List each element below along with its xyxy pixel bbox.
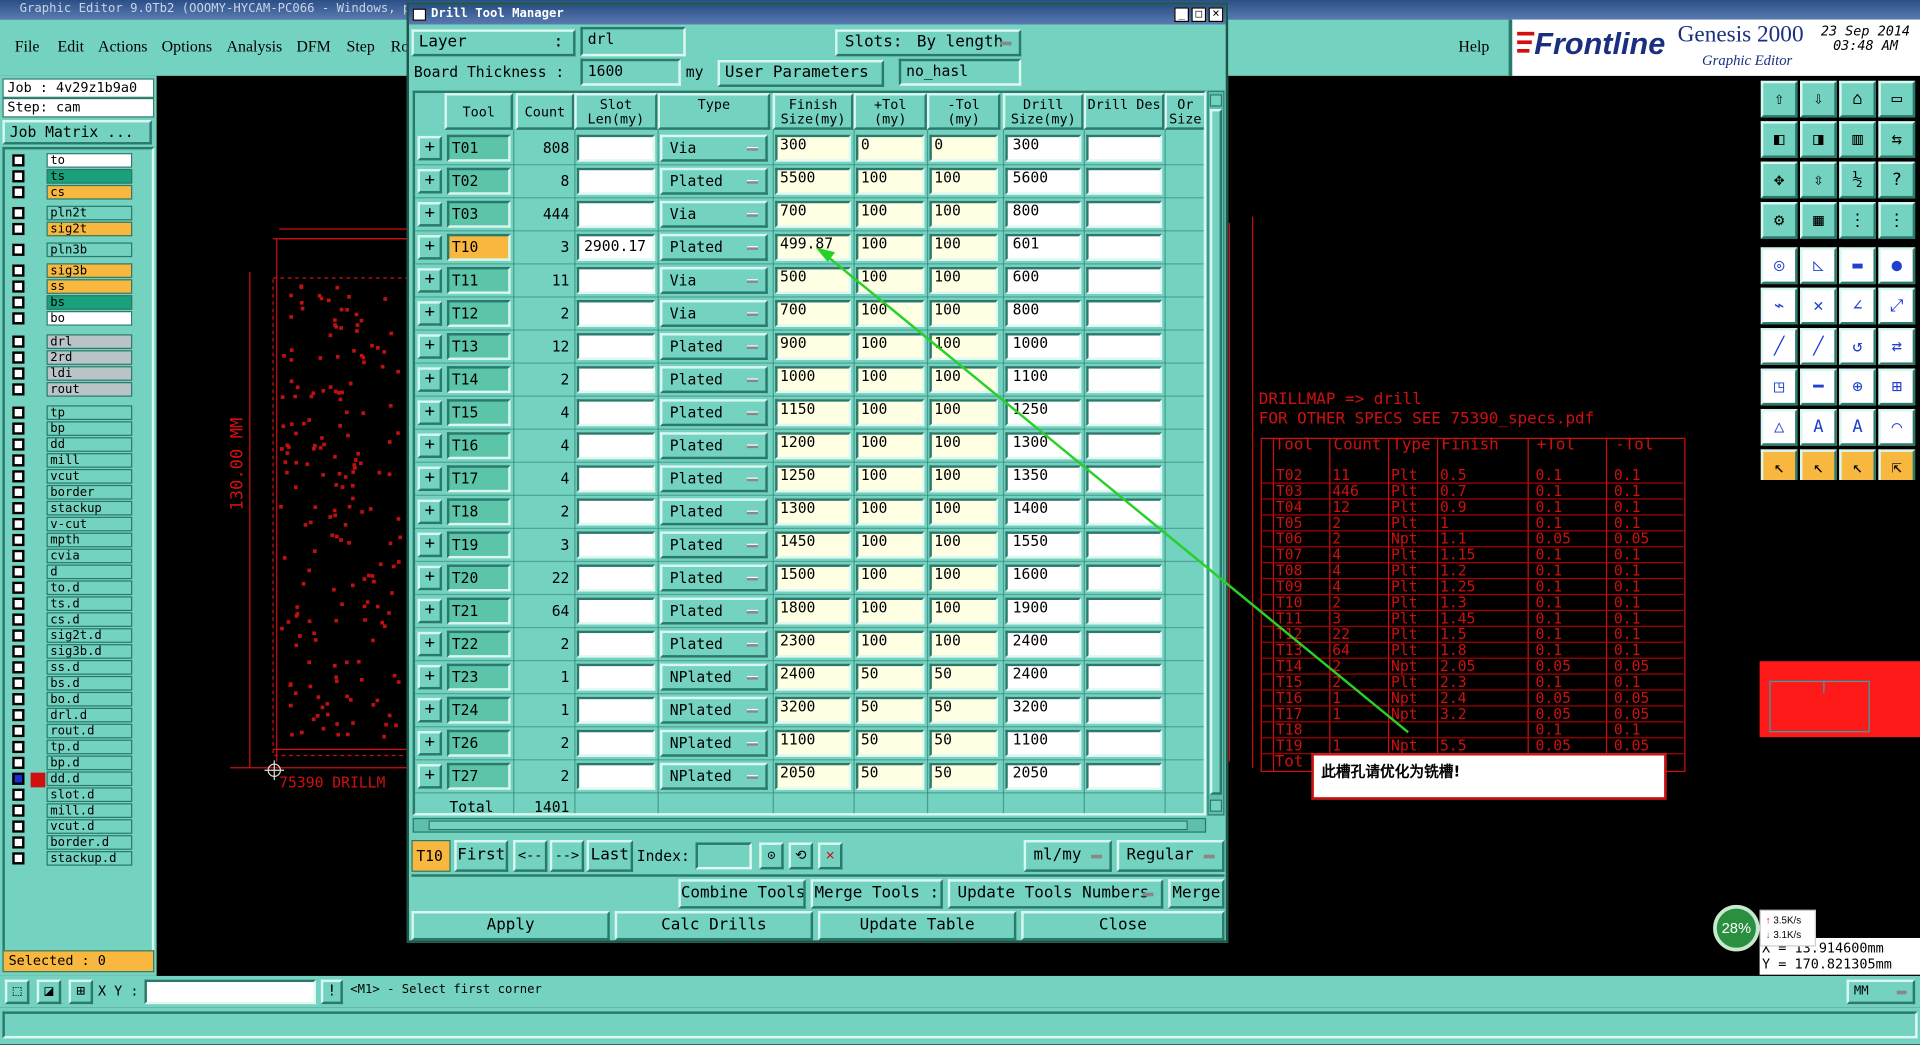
annotation-arrow <box>815 247 1409 734</box>
arrow-line <box>824 253 1409 734</box>
